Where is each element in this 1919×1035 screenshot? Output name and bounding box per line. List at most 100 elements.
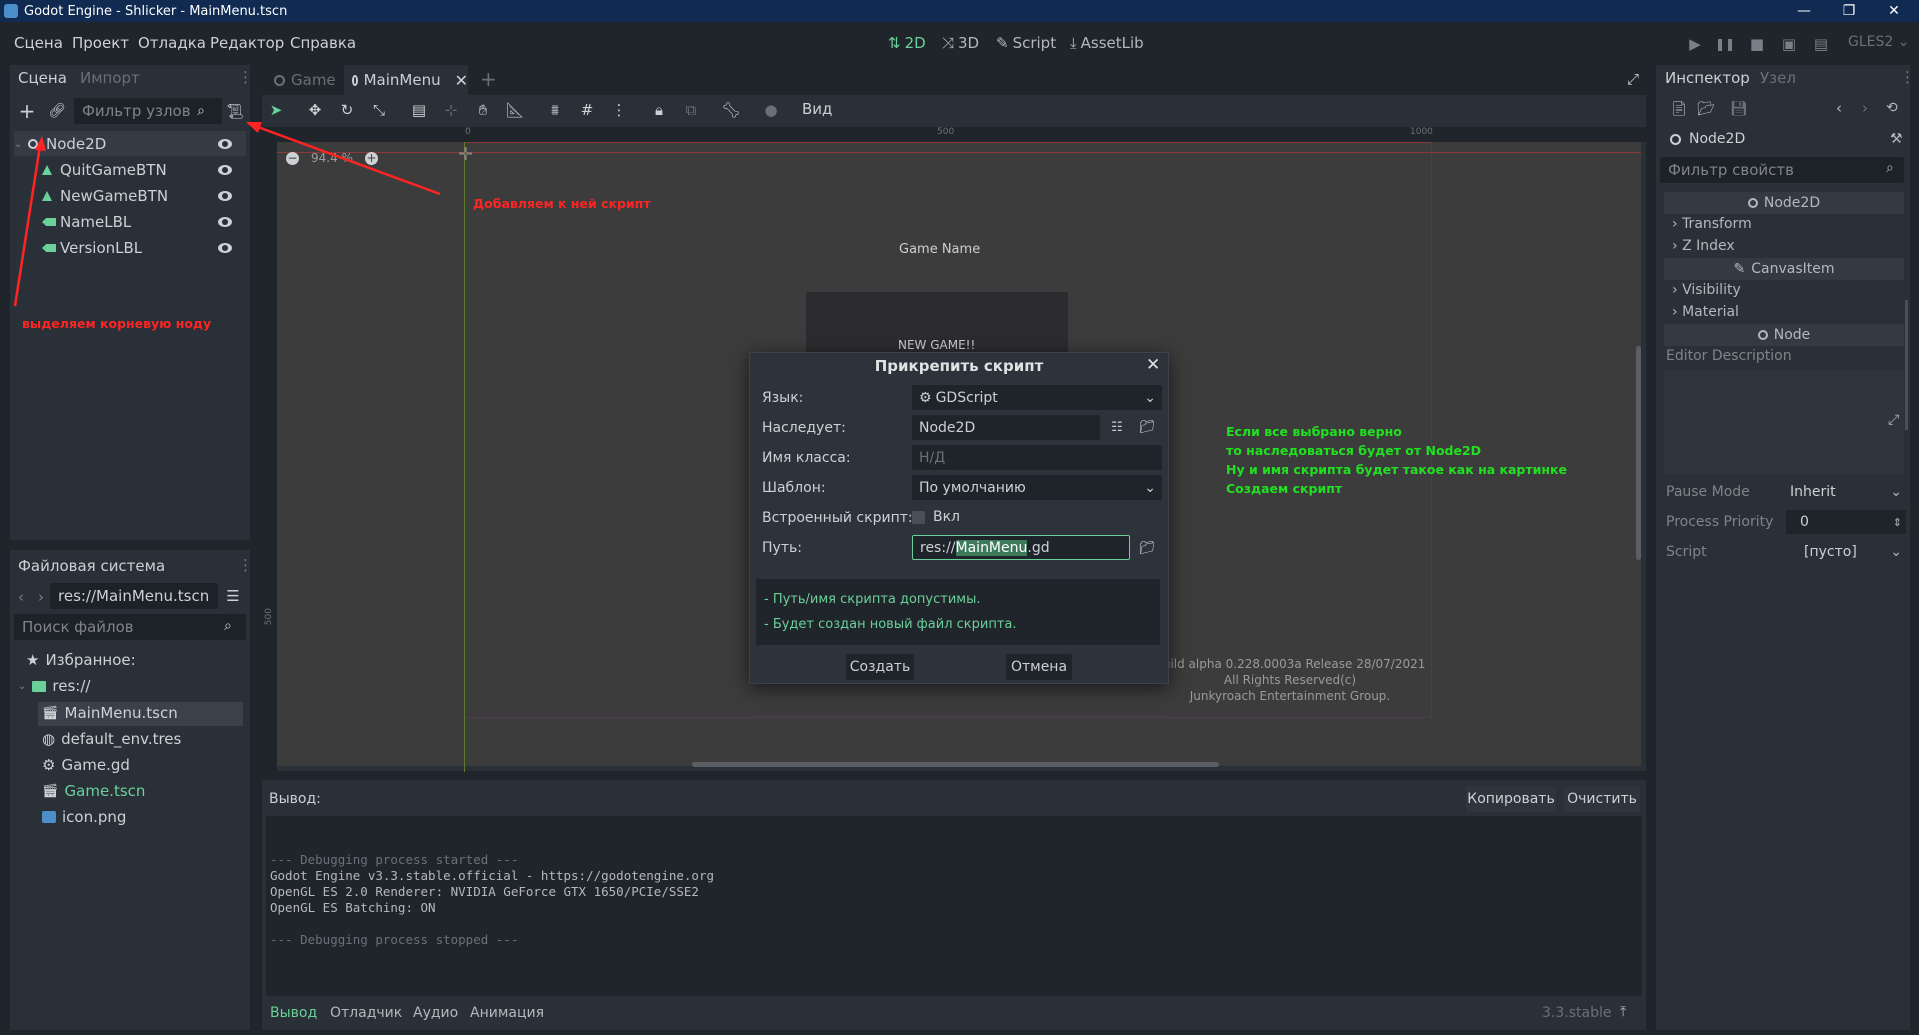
folder-icon[interactable]: 📁︎ [1138, 540, 1156, 556]
camera-override-icon[interactable]: ● [762, 101, 780, 119]
file-item-game-gd[interactable]: ⚙ Game.gd [42, 756, 130, 774]
pivot-tool-icon[interactable]: ⊹ [442, 101, 460, 119]
expand-icon[interactable]: ⤢ [1888, 412, 1899, 428]
stop-icon[interactable]: ■ [1748, 35, 1766, 53]
tab-scene[interactable]: Сцена [18, 69, 67, 87]
class-name-input[interactable]: Н/Д [912, 445, 1162, 470]
tab-animation[interactable]: Анимация [470, 1005, 544, 1021]
lock-icon[interactable]: 🔒︎ [650, 101, 668, 119]
editor-description-field[interactable]: ⤢ [1664, 370, 1904, 474]
file-item-icon-png[interactable]: icon.png [42, 808, 126, 826]
dock-menu-icon[interactable]: ⋮ [1900, 68, 1915, 86]
smart-snap-icon[interactable]: ⩩ [546, 101, 564, 119]
file-item-game-tscn[interactable]: 🎬︎ Game.tscn [42, 782, 145, 800]
minimize-button[interactable]: — [1784, 0, 1824, 22]
mode-assetlib-button[interactable]: ⤓ AssetLib [1070, 34, 1144, 52]
zoom-level[interactable]: 94.4 % [307, 151, 357, 165]
language-select[interactable]: ⚙ GDScript ⌄ [912, 385, 1162, 410]
file-item-mainmenu[interactable]: 🎬︎ MainMenu.tscn [42, 704, 178, 722]
history-icon[interactable]: ⟲ [1886, 100, 1898, 116]
tab-node[interactable]: Узел [1760, 69, 1796, 87]
tab-mainmenu[interactable]: MainMenu ✕ [344, 65, 468, 95]
vertical-scrollbar[interactable] [1636, 346, 1641, 560]
list-select-icon[interactable]: ▤ [410, 101, 428, 119]
tree-node-versionlbl[interactable]: VersionLBL [14, 236, 246, 260]
script-field[interactable]: [пусто] ⌄ [1786, 540, 1906, 564]
dock-menu-icon[interactable]: ⋮ [238, 68, 253, 86]
menu-project[interactable]: Проект [72, 34, 129, 52]
tree-node-newgamebtn[interactable]: NewGameBTN [14, 184, 246, 208]
expand-panel-icon[interactable]: ⤒ [1620, 1004, 1626, 1020]
menu-help[interactable]: Справка [290, 34, 356, 52]
new-resource-icon[interactable]: 📄︎ [1670, 101, 1688, 117]
scale-tool-icon[interactable]: ⤡ [370, 101, 388, 119]
zoom-in-icon[interactable]: + [365, 151, 378, 165]
tree-node-quitgamebtn[interactable]: QuitGameBTN [14, 158, 246, 182]
maximize-button[interactable]: ❐ [1829, 0, 1869, 22]
visibility-eye-icon[interactable] [218, 191, 232, 201]
select-tool-icon[interactable]: ➤ [267, 101, 285, 119]
object-properties-icon[interactable]: ⚒ [1890, 131, 1903, 147]
visibility-eye-icon[interactable] [218, 165, 232, 175]
dock-menu-icon[interactable]: ⋮ [238, 556, 253, 574]
tab-game[interactable]: Game [266, 65, 340, 95]
clear-output-button[interactable]: Очистить [1564, 786, 1640, 812]
category-zindex[interactable]: › Z Index [1672, 238, 1735, 254]
horizontal-scrollbar[interactable] [692, 762, 1219, 767]
history-forward-icon[interactable]: › [1862, 99, 1868, 117]
open-folder-icon[interactable]: 📂︎ [1697, 101, 1715, 117]
ruler-tool-icon[interactable]: 📐︎ [505, 101, 524, 119]
grid-snap-icon[interactable]: # [578, 101, 596, 119]
tab-import[interactable]: Импорт [80, 69, 140, 87]
tree-node-node2d[interactable]: ⌄ Node2D [14, 132, 246, 156]
save-icon[interactable]: 💾︎ [1730, 101, 1748, 117]
template-select[interactable]: По умолчанию ⌄ [912, 475, 1162, 500]
res-root-folder[interactable]: ⌄ res:// [18, 677, 90, 695]
close-window-button[interactable]: ✕ [1874, 0, 1914, 22]
output-log[interactable]: --- Debugging process started --- Godot E… [266, 816, 1642, 996]
property-filter-input[interactable]: Фильтр свойств [1660, 157, 1904, 183]
spin-arrows-icon[interactable]: ⇕ [1893, 516, 1902, 529]
file-search-input[interactable]: Поиск файлов [14, 614, 246, 640]
tab-audio[interactable]: Аудио [413, 1005, 458, 1021]
view-menu[interactable]: Вид [802, 100, 832, 118]
cancel-button[interactable]: Отмена [1006, 654, 1072, 680]
mode-2d-button[interactable]: ⇅ 2D [888, 34, 926, 52]
distraction-free-icon[interactable]: ⤢ [1624, 70, 1642, 88]
process-priority-spinbox[interactable]: 0 ⇕ [1786, 510, 1906, 534]
folder-icon[interactable]: 📁︎ [1138, 419, 1156, 435]
forward-arrow-icon[interactable]: › [38, 588, 44, 606]
menu-editor[interactable]: Редактор [210, 34, 284, 52]
path-input[interactable]: res://MainMenu .gd [912, 535, 1130, 560]
renderer-select[interactable]: GLES2 ⌄ [1848, 34, 1909, 50]
bone-icon[interactable]: 🦴︎ [721, 101, 740, 119]
pause-mode-select[interactable]: Inherit ⌄ [1786, 480, 1906, 504]
split-view-icon[interactable]: ☰ [224, 587, 242, 605]
mode-script-button[interactable]: ✎ Script [996, 34, 1056, 52]
pause-icon[interactable]: ❚❚ [1715, 35, 1735, 53]
play-custom-scene-icon[interactable]: ▤ [1812, 35, 1830, 53]
inherits-input[interactable]: Node2D [912, 415, 1100, 440]
more-options-icon[interactable]: ⋮ [610, 101, 628, 119]
copy-output-button[interactable]: Копировать [1466, 786, 1556, 812]
create-button[interactable]: Создать [846, 654, 914, 680]
menu-debug[interactable]: Отладка [138, 34, 206, 52]
tab-inspector[interactable]: Инспектор [1665, 69, 1750, 87]
move-tool-icon[interactable]: ✥ [306, 101, 324, 119]
menu-scene[interactable]: Сцена [14, 34, 63, 52]
group-icon[interactable]: ⧉ [682, 101, 700, 119]
file-item-default-env[interactable]: ◍ default_env.tres [42, 730, 181, 748]
link-icon[interactable]: 🔗︎ [48, 102, 66, 120]
tree-node-namelbl[interactable]: NameLBL [14, 210, 246, 234]
class-tree-icon[interactable]: ☷ [1108, 419, 1126, 435]
visibility-eye-icon[interactable] [218, 139, 232, 149]
rotate-tool-icon[interactable]: ↻ [338, 101, 356, 119]
category-visibility[interactable]: › Visibility [1672, 282, 1741, 298]
category-material[interactable]: › Material [1672, 304, 1739, 320]
new-tab-icon[interactable]: + [480, 67, 497, 91]
category-transform[interactable]: › Transform [1672, 216, 1752, 232]
tab-debugger[interactable]: Отладчик [330, 1005, 402, 1021]
visibility-eye-icon[interactable] [218, 217, 232, 227]
filesystem-path-input[interactable]: res://MainMenu.tscn [50, 583, 218, 609]
close-tab-icon[interactable]: ✕ [455, 71, 468, 90]
